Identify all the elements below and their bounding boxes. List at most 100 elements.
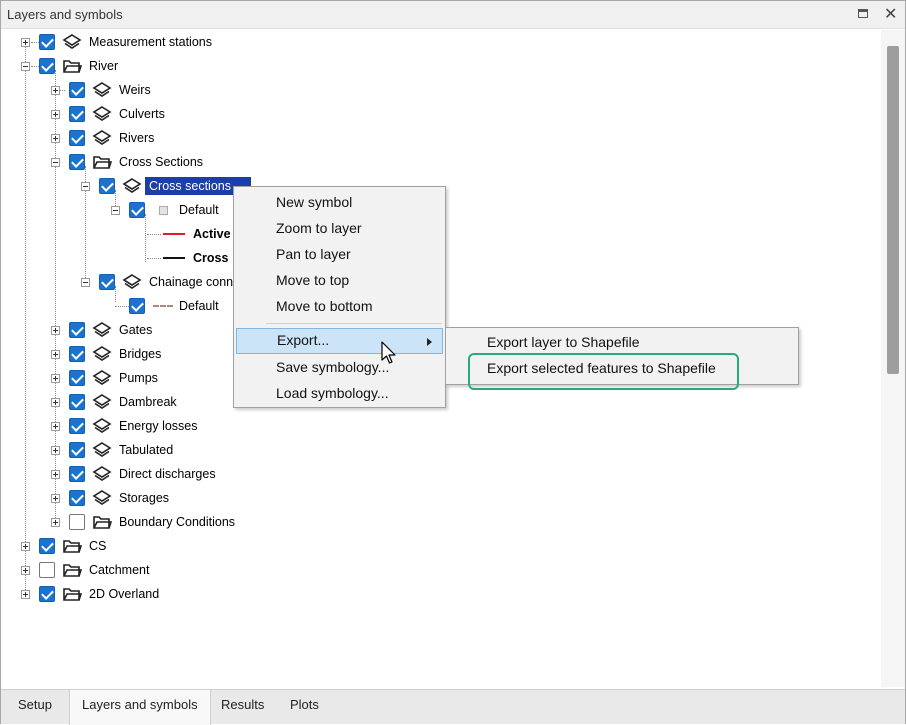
mouse-cursor-icon	[381, 341, 396, 364]
expand-icon[interactable]	[51, 374, 60, 383]
tab-layers-and-symbols[interactable]: Layers and symbols	[69, 690, 211, 725]
dashed-line-symbol	[153, 305, 173, 307]
expand-icon[interactable]	[51, 398, 60, 407]
red-line-symbol	[163, 233, 185, 235]
layer-checkbox[interactable]	[39, 586, 55, 602]
tree-node-dambreak[interactable]: Dambreak	[31, 392, 231, 414]
layer-checkbox[interactable]	[69, 154, 85, 170]
collapse-icon[interactable]	[21, 62, 30, 71]
collapse-icon[interactable]	[81, 278, 90, 287]
layer-checkbox[interactable]	[129, 298, 145, 314]
expand-icon[interactable]	[21, 566, 30, 575]
tree-node-2d-overland[interactable]: 2D Overland	[1, 584, 201, 606]
tree-node-cross-sections-group[interactable]: Cross Sections	[31, 152, 231, 174]
layer-checkbox[interactable]	[69, 394, 85, 410]
layer-checkbox[interactable]	[99, 274, 115, 290]
expand-icon[interactable]	[51, 326, 60, 335]
expand-icon[interactable]	[51, 446, 60, 455]
tree-node-bridges[interactable]: Bridges	[31, 344, 231, 366]
tree-node-tabulated[interactable]: Tabulated	[31, 440, 231, 462]
scroll-thumb[interactable]	[887, 46, 899, 374]
expand-icon[interactable]	[51, 350, 60, 359]
layer-checkbox[interactable]	[69, 418, 85, 434]
menu-item-load-symbology[interactable]: Load symbology...	[234, 383, 445, 405]
layers-icon	[122, 274, 142, 289]
tree-node-catchment[interactable]: Catchment	[1, 560, 201, 582]
tree-node-cs[interactable]: CS	[1, 536, 201, 558]
tree-node-direct-discharges[interactable]: Direct discharges	[31, 464, 251, 486]
expand-icon[interactable]	[21, 38, 30, 47]
tree-label: Direct discharges	[119, 467, 216, 481]
tree-node-culverts[interactable]: Culverts	[31, 104, 231, 126]
tree-node-gates[interactable]: Gates	[31, 320, 231, 342]
tree-label: CS	[89, 539, 107, 553]
menu-item-move-to-top[interactable]: Move to top	[234, 270, 445, 292]
layer-checkbox[interactable]	[39, 538, 55, 554]
menu-item-zoom-to-layer[interactable]: Zoom to layer	[234, 218, 445, 240]
close-icon[interactable]: ✕	[884, 4, 897, 24]
tab-results[interactable]: Results	[221, 697, 264, 712]
layers-icon	[122, 178, 142, 193]
collapse-icon[interactable]	[81, 182, 90, 191]
expand-icon[interactable]	[21, 590, 30, 599]
highlight-annotation	[468, 353, 739, 390]
tree-node-chainage[interactable]: Chainage conn	[61, 272, 261, 294]
menu-item-move-to-bottom[interactable]: Move to bottom	[234, 296, 445, 318]
collapse-icon[interactable]	[111, 206, 120, 215]
tree-node-cross-sections-layer[interactable]: Cross sections	[61, 176, 261, 198]
context-menu: New symbol Zoom to layer Pan to layer Mo…	[233, 186, 446, 408]
tree-node-weirs[interactable]: Weirs	[31, 80, 231, 102]
layer-checkbox[interactable]	[69, 442, 85, 458]
layer-checkbox[interactable]	[99, 178, 115, 194]
bottom-tab-bar: Setup Layers and symbols Results Plots	[1, 689, 905, 725]
tree-label: Rivers	[119, 131, 155, 145]
tab-plots[interactable]: Plots	[290, 697, 319, 712]
tab-setup[interactable]: Setup	[18, 697, 52, 712]
expand-icon[interactable]	[51, 422, 60, 431]
folder-icon	[63, 540, 82, 553]
tree-node-storages[interactable]: Storages	[31, 488, 231, 510]
expand-icon[interactable]	[51, 134, 60, 143]
menu-item-pan-to-layer[interactable]: Pan to layer	[234, 244, 445, 266]
expand-icon[interactable]	[51, 110, 60, 119]
menu-item-export[interactable]: Export...	[236, 328, 443, 354]
layer-checkbox[interactable]	[69, 466, 85, 482]
restore-icon[interactable]	[858, 9, 868, 18]
menu-item-new-symbol[interactable]: New symbol	[234, 192, 445, 214]
expand-icon[interactable]	[51, 470, 60, 479]
vertical-scrollbar[interactable]	[881, 30, 905, 687]
folder-icon	[63, 564, 82, 577]
tree-label: Cross Sections	[119, 155, 204, 169]
tree-node-pumps[interactable]: Pumps	[31, 368, 231, 390]
expand-icon[interactable]	[51, 86, 60, 95]
layer-checkbox[interactable]	[39, 58, 55, 74]
tree-label: Boundary Conditions	[119, 515, 236, 529]
layer-checkbox[interactable]	[39, 562, 55, 578]
layer-checkbox[interactable]	[129, 202, 145, 218]
tree-node-boundary-conditions[interactable]: Boundary Conditions	[31, 512, 271, 534]
submenu-item-export-layer[interactable]: Export layer to Shapefile	[446, 332, 798, 354]
tree-label: Default	[179, 203, 219, 217]
layer-checkbox[interactable]	[69, 106, 85, 122]
layer-checkbox[interactable]	[69, 370, 85, 386]
folder-icon	[93, 156, 112, 169]
menu-separator	[266, 323, 442, 324]
tree-node-river[interactable]: River	[1, 56, 201, 78]
menu-item-save-symbology[interactable]: Save symbology...	[234, 357, 445, 379]
layer-checkbox[interactable]	[69, 130, 85, 146]
tree-node-rivers[interactable]: Rivers	[31, 128, 231, 150]
layer-checkbox[interactable]	[39, 34, 55, 50]
expand-icon[interactable]	[51, 518, 60, 527]
layer-checkbox[interactable]	[69, 346, 85, 362]
layer-checkbox[interactable]	[69, 490, 85, 506]
layer-checkbox[interactable]	[69, 514, 85, 530]
panel-title: Layers and symbols	[7, 7, 123, 22]
tree-node-measurement-stations[interactable]: Measurement stations	[1, 32, 261, 54]
collapse-icon[interactable]	[51, 158, 60, 167]
layer-checkbox[interactable]	[69, 82, 85, 98]
layer-checkbox[interactable]	[69, 322, 85, 338]
layers-panel: Layers and symbols ✕ Measurement station…	[0, 0, 906, 725]
expand-icon[interactable]	[21, 542, 30, 551]
expand-icon[interactable]	[51, 494, 60, 503]
tree-node-energy-losses[interactable]: Energy losses	[31, 416, 231, 438]
